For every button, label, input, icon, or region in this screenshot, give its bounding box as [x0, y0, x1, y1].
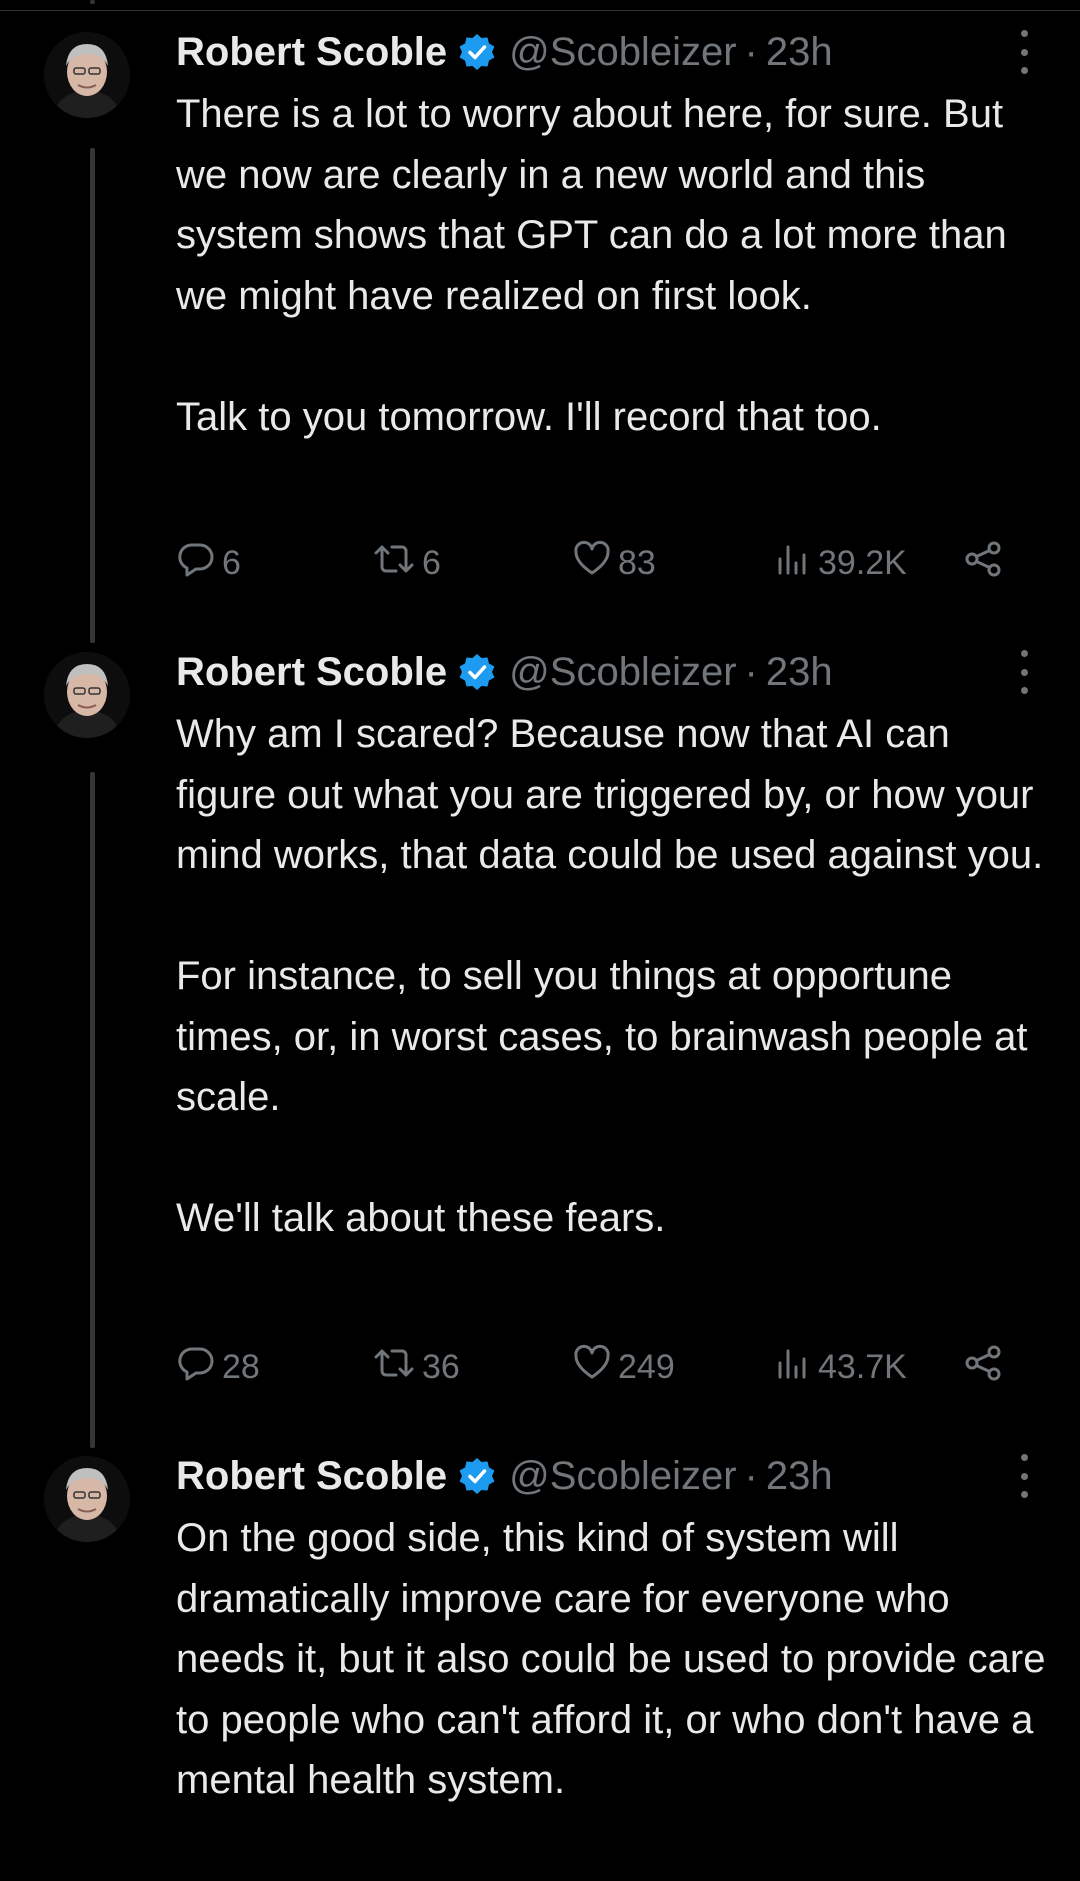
timestamp[interactable]: 23h: [766, 30, 833, 75]
like-icon: [572, 539, 618, 588]
author-handle[interactable]: @Scobleizer: [509, 650, 736, 695]
share-icon: [962, 539, 1012, 588]
retweet-icon: [372, 539, 422, 588]
share-button[interactable]: [962, 1342, 1012, 1392]
tweet-header: Robert Scoble @Scobleizer · 23h: [176, 24, 833, 80]
avatar[interactable]: [44, 1456, 130, 1542]
tweet-paragraph: Why am I scared? Because now that AI can…: [176, 712, 1045, 877]
views-count: 43.7K: [818, 1347, 907, 1386]
retweet-icon: [372, 1343, 422, 1392]
tweet-actions: 28 36 249 43.7K: [176, 1342, 1026, 1392]
views-icon: [772, 539, 818, 588]
separator-dot: ·: [744, 29, 758, 74]
more-options-icon[interactable]: [1010, 1454, 1038, 1498]
author-name[interactable]: Robert Scoble: [176, 30, 447, 75]
tweet-text: On the good side, this kind of system wi…: [176, 1508, 1056, 1811]
retweet-count: 6: [422, 543, 441, 582]
share-icon: [962, 1343, 1012, 1392]
tweet-paragraph: There is a lot to worry about here, for …: [176, 92, 1018, 318]
tweet-text: There is a lot to worry about here, for …: [176, 84, 1056, 447]
tweet-paragraph: We'll talk about these fears.: [176, 1196, 666, 1240]
verified-badge-icon: [457, 32, 497, 72]
views-count: 39.2K: [818, 543, 907, 582]
reply-count: 6: [222, 543, 241, 582]
thread-line: [90, 0, 95, 4]
verified-badge-icon: [457, 1456, 497, 1496]
avatar[interactable]: [44, 652, 130, 738]
timestamp[interactable]: 23h: [766, 1454, 833, 1499]
thread-line: [90, 772, 95, 1448]
like-count: 83: [618, 543, 656, 582]
views-button[interactable]: 39.2K: [772, 538, 907, 588]
reply-button[interactable]: 6: [176, 538, 241, 588]
top-divider: [0, 10, 1080, 11]
views-button[interactable]: 43.7K: [772, 1342, 907, 1392]
reply-count: 28: [222, 1347, 260, 1386]
more-options-icon[interactable]: [1010, 650, 1038, 694]
separator-dot: ·: [744, 1453, 758, 1498]
views-icon: [772, 1343, 818, 1392]
timestamp[interactable]: 23h: [766, 650, 833, 695]
author-handle[interactable]: @Scobleizer: [509, 1454, 736, 1499]
like-button[interactable]: 83: [572, 538, 656, 588]
verified-badge-icon: [457, 652, 497, 692]
avatar[interactable]: [44, 32, 130, 118]
separator-dot: ·: [744, 649, 758, 694]
retweet-button[interactable]: 36: [372, 1342, 460, 1392]
tweet-actions: 6 6 83 39.2K: [176, 538, 1026, 588]
author-name[interactable]: Robert Scoble: [176, 1454, 447, 1499]
retweet-button[interactable]: 6: [372, 538, 441, 588]
share-button[interactable]: [962, 538, 1012, 588]
like-button[interactable]: 249: [572, 1342, 675, 1392]
tweet-text: Why am I scared? Because now that AI can…: [176, 704, 1056, 1249]
tweet-paragraph: Talk to you tomorrow. I'll record that t…: [176, 394, 882, 439]
like-icon: [572, 1343, 618, 1392]
reply-icon: [176, 1343, 222, 1392]
tweet-paragraph: For instance, to sell you things at oppo…: [176, 954, 1039, 1119]
author-name[interactable]: Robert Scoble: [176, 650, 447, 695]
author-handle[interactable]: @Scobleizer: [509, 30, 736, 75]
more-options-icon[interactable]: [1010, 30, 1038, 74]
thread-line: [90, 148, 95, 643]
tweet-header: Robert Scoble @Scobleizer · 23h: [176, 644, 833, 700]
retweet-count: 36: [422, 1347, 460, 1386]
like-count: 249: [618, 1347, 675, 1386]
reply-button[interactable]: 28: [176, 1342, 260, 1392]
reply-icon: [176, 539, 222, 588]
tweet-paragraph: On the good side, this kind of system wi…: [176, 1516, 1057, 1802]
tweet-header: Robert Scoble @Scobleizer · 23h: [176, 1448, 833, 1504]
